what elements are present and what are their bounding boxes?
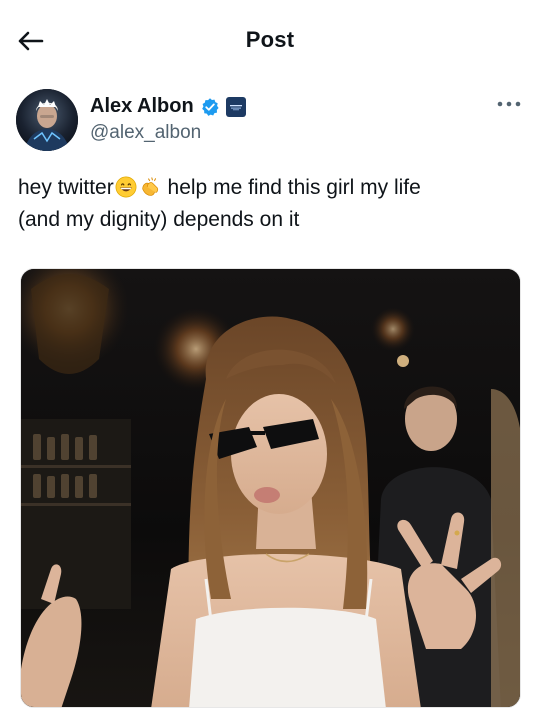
williams-affiliate-badge-icon[interactable]: [225, 96, 246, 117]
more-horizontal-icon: [497, 101, 521, 107]
grinning-face-emoji-icon: [115, 176, 137, 198]
tweet-line-2: (and my dignity) depends on it: [18, 208, 300, 231]
more-options-button[interactable]: [494, 92, 524, 116]
top-bar: Post: [0, 0, 540, 80]
page-title: Post: [245, 27, 295, 52]
tweet-line-1: hey twitter help me find this girl my li…: [18, 172, 518, 204]
post-author: Alex Albon @alex_albon: [16, 86, 524, 156]
verified-badge-icon: [201, 97, 219, 116]
author-handle[interactable]: @alex_albon: [90, 122, 201, 144]
avatar[interactable]: [16, 89, 78, 151]
photo-image: [21, 269, 520, 707]
tweet-text: hey twitter help me find this girl my li…: [18, 172, 518, 236]
display-name-row: Alex Albon: [90, 95, 246, 118]
display-name[interactable]: Alex Albon: [90, 95, 194, 118]
tweet-text-part-1: hey twitter: [18, 176, 114, 199]
tweet-text-part-2: help me find this girl my life: [161, 176, 421, 199]
avatar-image: [16, 89, 78, 151]
tweet-photo[interactable]: [20, 268, 521, 708]
clapping-hands-emoji-icon: [142, 177, 158, 196]
williams-logo-icon: [229, 104, 242, 110]
